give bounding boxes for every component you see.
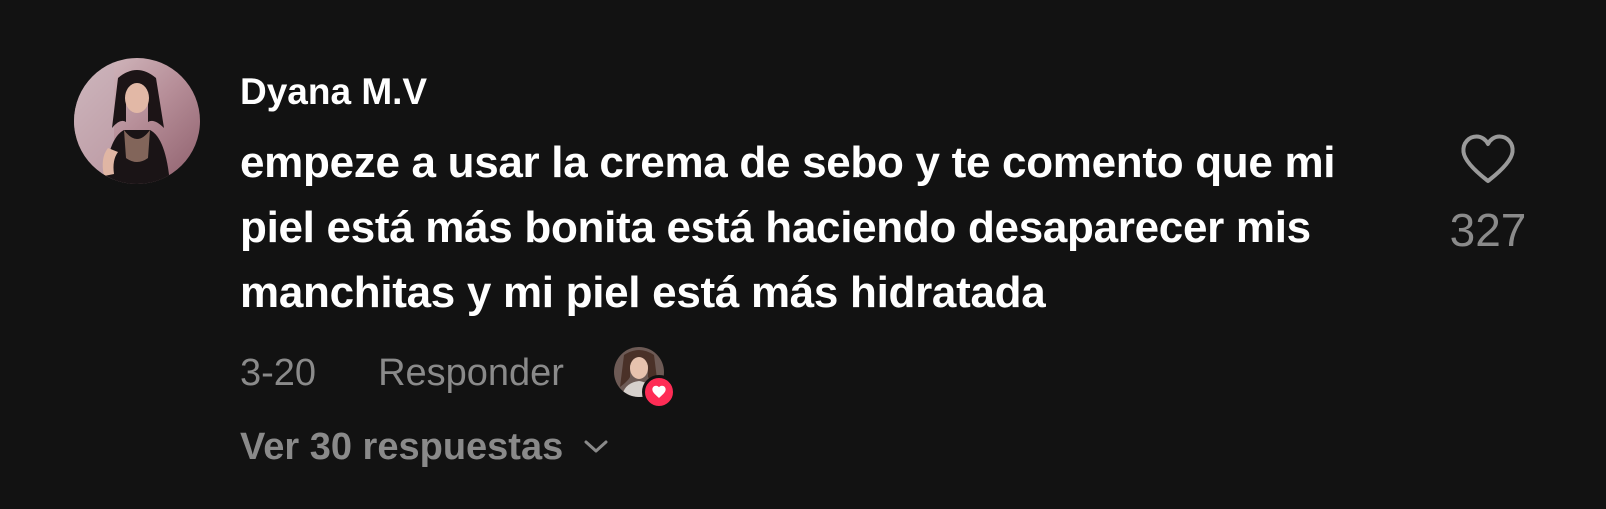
like-block: 327	[1428, 132, 1548, 257]
creator-liked-badge	[613, 347, 676, 409]
chevron-down-icon	[583, 439, 609, 455]
heart-filled-icon	[641, 375, 676, 409]
avatar[interactable]	[74, 58, 200, 184]
avatar-image	[74, 58, 200, 184]
like-count: 327	[1449, 204, 1527, 256]
comment-username[interactable]: Dyana M.V	[240, 70, 427, 114]
comment-meta-row: 3-20 Responder	[240, 346, 676, 409]
reply-button[interactable]: Responder	[378, 346, 564, 400]
view-replies-button[interactable]: Ver 30 respuestas	[240, 424, 609, 470]
heart-outline-icon[interactable]	[1459, 132, 1517, 191]
comment-text: empeze a usar la crema de sebo y te come…	[240, 138, 1336, 317]
view-replies-label: Ver 30 respuestas	[240, 426, 564, 468]
comment-date: 3-20	[240, 352, 317, 394]
comment-item: Dyana M.V empeze a usar la crema de sebo…	[0, 0, 1606, 509]
